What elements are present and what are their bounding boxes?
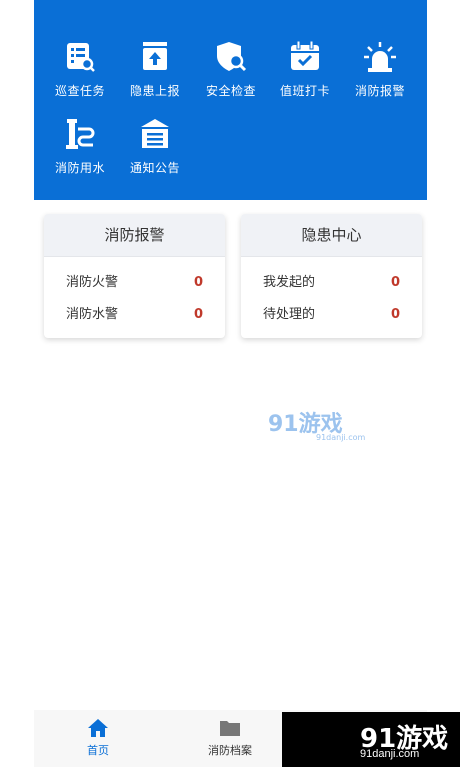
nav-fire-archive[interactable]: 消防档案	[190, 718, 270, 758]
alarm-light-icon	[364, 42, 396, 72]
notice-board-icon	[141, 119, 169, 148]
watermark-site: 91danji.com	[316, 433, 366, 442]
card-title: 消防报警	[44, 214, 225, 257]
brand-banner: 91游戏 91danji.com	[282, 712, 460, 767]
menu-item-label: 巡查任务	[54, 84, 105, 98]
fire-alarm-row[interactable]: 消防火警 0	[44, 267, 225, 299]
card-title: 隐患中心	[241, 214, 422, 257]
home-icon	[88, 719, 108, 737]
menu-item-label: 消防报警	[354, 84, 405, 98]
fire-alarm-card[interactable]: 消防报警 消防火警 0 消防水警 0	[44, 214, 225, 338]
row-count: 0	[390, 307, 400, 322]
row-label: 我发起的	[263, 275, 316, 290]
menu-item-label: 隐患上报	[129, 84, 180, 98]
menu-item-label: 安全检查	[205, 84, 256, 98]
row-label: 消防水警	[66, 307, 119, 322]
calendar-check-icon	[291, 40, 319, 70]
brand-site: 91danji.com	[360, 748, 420, 760]
menu-item-notice[interactable]: 通知公告	[116, 117, 194, 187]
row-count: 0	[193, 307, 203, 322]
hazard-center-card[interactable]: 隐患中心 我发起的 0 待处理的 0	[241, 214, 422, 338]
checklist-search-icon	[67, 43, 95, 72]
row-count: 0	[390, 275, 400, 290]
menu-item-patrol-task[interactable]: 巡查任务	[41, 40, 119, 110]
menu-item-label: 通知公告	[129, 161, 180, 175]
pending-row[interactable]: 待处理的 0	[241, 299, 422, 331]
menu-item-label: 消防用水	[54, 161, 105, 175]
nav-archive-label: 消防档案	[208, 744, 252, 757]
hydrant-icon	[66, 119, 95, 149]
menu-item-fire-water[interactable]: 消防用水	[41, 117, 119, 187]
row-count: 0	[193, 275, 203, 290]
menu-item-label: 值班打卡	[279, 84, 330, 98]
row-label: 待处理的	[263, 307, 316, 322]
menu-item-hazard-report[interactable]: 隐患上报	[116, 40, 194, 110]
shield-search-icon	[217, 42, 247, 72]
upload-box-icon	[143, 42, 167, 70]
initiated-by-me-row[interactable]: 我发起的 0	[241, 267, 422, 299]
nav-home[interactable]: 首页	[58, 718, 138, 758]
row-label: 消防火警	[66, 275, 119, 290]
brand-fade	[282, 712, 322, 767]
folder-icon	[220, 721, 240, 736]
watermark: 91游戏 91danji.com	[268, 406, 368, 446]
menu-item-fire-alarm[interactable]: 消防报警	[341, 40, 419, 110]
menu-panel: 巡查任务 隐患上报 安全检查 值班打卡 消防报警 消防用水 通知公告	[34, 0, 427, 200]
nav-home-label: 首页	[87, 744, 109, 757]
menu-item-duty-checkin[interactable]: 值班打卡	[266, 40, 344, 110]
water-alarm-row[interactable]: 消防水警 0	[44, 299, 225, 331]
menu-item-safety-check[interactable]: 安全检查	[192, 40, 270, 110]
